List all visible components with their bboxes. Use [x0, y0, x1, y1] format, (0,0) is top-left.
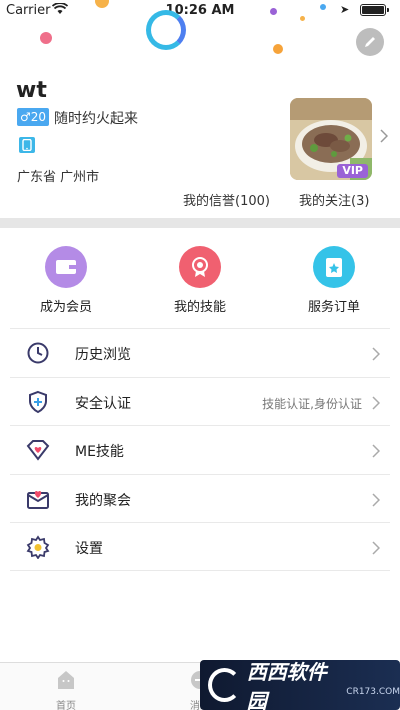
- chevron-right-icon: [380, 128, 389, 147]
- pencil-icon: [365, 37, 375, 47]
- location-arrow-icon: ➤: [340, 3, 350, 16]
- phone-verified-icon: [19, 137, 35, 153]
- username: wt: [16, 78, 47, 103]
- quick-actions: 成为会员 我的技能 服务订单: [0, 228, 400, 326]
- quick-action-label: 成为会员: [39, 300, 92, 315]
- gender-age-badge: ♂20: [17, 108, 50, 126]
- gear-icon: [26, 535, 50, 560]
- badge-star-icon: [313, 246, 355, 288]
- menu-item-security[interactable]: 安全认证 技能认证,身份认证: [10, 376, 390, 426]
- my-credit-link[interactable]: 我的信誉(100): [183, 190, 270, 209]
- profile-photo[interactable]: VIP: [290, 98, 372, 180]
- heart-diamond-icon: [26, 438, 50, 462]
- watermark-url: CR173.COM: [346, 687, 400, 697]
- profile-location: 广东省 广州市: [17, 170, 100, 185]
- profile-header[interactable]: wt ♂20 随时约火起来 广东省 广州市 VIP 我的信誉(100) 我的关注…: [0, 70, 400, 218]
- menu-item-history[interactable]: 历史浏览: [10, 328, 390, 377]
- watermark-c-icon: [208, 668, 241, 702]
- section-divider: [0, 218, 400, 228]
- decor-dot: [300, 16, 305, 21]
- vip-badge: VIP: [337, 164, 368, 178]
- menu-item-title: 设置: [75, 541, 103, 557]
- shield-plus-icon: [26, 390, 50, 414]
- service-orders-button[interactable]: 服务订单: [274, 246, 394, 315]
- menu-item-title: ME技能: [75, 444, 124, 460]
- watermark-brand: 西西软件园: [246, 660, 327, 710]
- decor-dot: [320, 4, 326, 10]
- menu-item-title: 安全认证: [75, 395, 131, 412]
- decor-dot: [40, 32, 52, 44]
- status-bar: Carrier 10:26 AM ➤: [0, 0, 400, 22]
- menu-list: 历史浏览 安全认证 技能认证,身份认证 ME技能 我的聚会 设置: [10, 328, 390, 571]
- become-member-button[interactable]: 成为会员: [6, 246, 126, 315]
- menu-item-subtitle: 技能认证,身份认证: [262, 396, 362, 411]
- my-skills-button[interactable]: 我的技能: [140, 246, 260, 315]
- battery-icon: [360, 4, 389, 16]
- chevron-right-icon: [372, 540, 381, 559]
- tab-label: 首页: [56, 701, 76, 710]
- decor-ring: [146, 10, 186, 50]
- decor-dot: [270, 8, 277, 15]
- menu-item-title: 历史浏览: [75, 347, 131, 363]
- medal-icon: [179, 246, 221, 288]
- watermark-logo: 西西软件园 CR173.COM: [200, 660, 400, 710]
- profile-tagline: 随时约火起来: [54, 111, 138, 127]
- my-follow-link[interactable]: 我的关注(3): [299, 190, 369, 209]
- menu-item-me-skills[interactable]: ME技能: [10, 425, 390, 474]
- quick-action-label: 我的技能: [173, 300, 226, 315]
- menu-item-my-parties[interactable]: 我的聚会: [10, 473, 390, 523]
- decor-dot: [273, 44, 283, 54]
- chevron-right-icon: [372, 346, 381, 365]
- wallet-icon: [45, 246, 87, 288]
- clock-icon: [26, 341, 50, 365]
- menu-item-title: 我的聚会: [75, 492, 131, 509]
- tab-home[interactable]: 首页: [36, 669, 96, 710]
- chevron-right-icon: [372, 395, 381, 414]
- envelope-heart-icon: [26, 487, 50, 511]
- chevron-right-icon: [372, 443, 381, 462]
- chevron-right-icon: [372, 492, 381, 511]
- edit-profile-button[interactable]: [356, 28, 384, 56]
- menu-item-settings[interactable]: 设置: [10, 522, 390, 571]
- quick-action-label: 服务订单: [307, 300, 360, 315]
- home-icon: [58, 671, 74, 689]
